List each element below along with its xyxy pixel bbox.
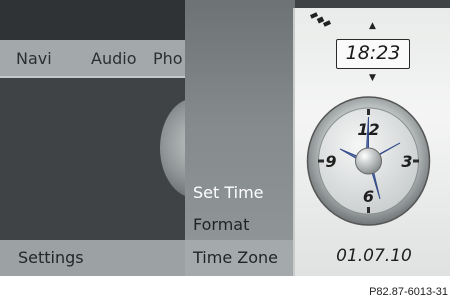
dial-number-6: 6 (363, 187, 374, 206)
dial-number-12: 12 (357, 120, 379, 139)
head-unit-screen: Navi Audio Pho Settings Set Time Format … (0, 0, 450, 276)
main-content-area (0, 78, 185, 240)
settings-label[interactable]: Settings (18, 248, 84, 267)
dial-number-3: 3 (401, 152, 412, 171)
time-display[interactable]: 18:23 (336, 39, 410, 69)
menu-item-navi[interactable]: Navi (16, 49, 52, 68)
date-display: 01.07.10 (336, 246, 412, 266)
submenu-item-format[interactable]: Format (193, 215, 249, 234)
submenu-item-set-time[interactable]: Set Time (193, 183, 264, 202)
dial-number-9: 9 (325, 152, 336, 171)
menu-item-audio[interactable]: Audio (91, 49, 136, 68)
menu-item-phone[interactable]: Pho (153, 49, 183, 68)
time-submenu-overlay (185, 0, 295, 276)
satellite-icon (310, 12, 332, 27)
top-bar (0, 0, 185, 40)
analog-clock: 12 3 6 9 (306, 96, 431, 226)
figure-caption: P82.87-6013-31 (369, 286, 448, 298)
submenu-item-time-zone[interactable]: Time Zone (193, 248, 278, 267)
arrow-up-icon[interactable]: ▲ (369, 21, 376, 31)
arrow-down-icon[interactable]: ▼ (369, 73, 376, 83)
